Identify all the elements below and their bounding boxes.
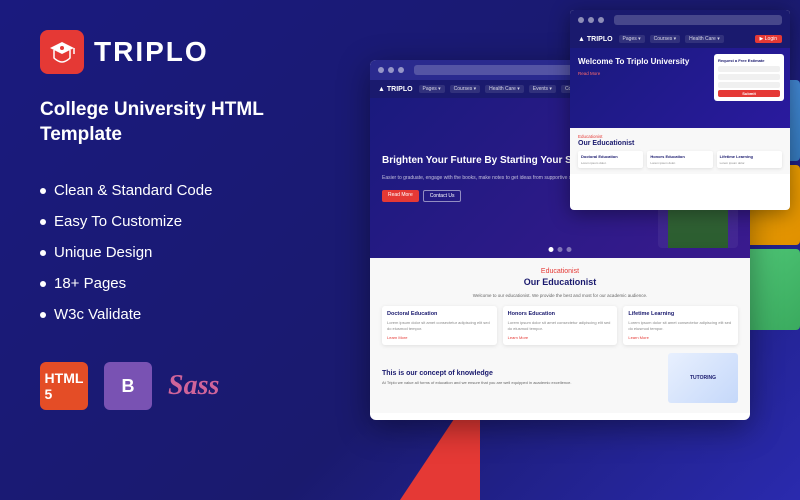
sec-card-3: Lifetime Learning Lorem ipsum dolor. — [717, 151, 782, 168]
dot-1 — [578, 17, 584, 23]
dot-2 — [588, 17, 594, 23]
browser-content-area: Educationist Our Educationist Welcome to… — [370, 258, 750, 413]
card-text-3: Lorem ipsum dolor sit amet consectetur a… — [628, 320, 733, 332]
sec-card-title-1: Doctoral Education — [581, 154, 640, 159]
url-bar — [614, 15, 782, 25]
browser-secondary-bar — [570, 10, 790, 30]
mdot-3 — [398, 67, 404, 73]
card-link-1[interactable]: Learn More — [387, 335, 492, 340]
feature-item-3: Unique Design — [40, 237, 320, 268]
html5-badge: HTML5 — [40, 362, 88, 410]
card-title-3: Lifetime Learning — [628, 311, 733, 317]
edu-card-2: Honors Education Lorem ipsum dolor sit a… — [503, 306, 618, 345]
content-description: Welcome to our educationist. We provide … — [382, 293, 738, 298]
feature-item-5: W3c Validate — [40, 299, 320, 330]
sec-card-title-3: Lifetime Learning — [720, 154, 779, 159]
nav-logo: ▲ TRIPLO — [578, 36, 613, 43]
main-nav-courses: Courses ▾ — [450, 85, 481, 93]
form-field-2[interactable] — [718, 74, 780, 80]
sec-card-2: Honors Education Lorem ipsum dolor. — [647, 151, 712, 168]
mdot-1 — [378, 67, 384, 73]
sec-cards-row: Doctoral Education Lorem ipsum dolor. Ho… — [578, 151, 782, 168]
nav-item-pages: Pages ▾ — [619, 35, 645, 43]
logo-icon — [40, 30, 84, 74]
sec-card-text-3: Lorem ipsum dolor. — [720, 161, 779, 165]
card-text-1: Lorem ipsum dolor sit amet consectetur a… — [387, 320, 492, 332]
dot-active[interactable] — [549, 247, 554, 252]
sec-section-label: Educationist — [578, 134, 782, 139]
secondary-hero: Welcome To Triplo University Read More R… — [570, 48, 790, 128]
content-section-label: Educationist — [382, 268, 738, 275]
main-nav-items: Pages ▾ Courses ▾ Health Care ▾ Events ▾… — [419, 85, 594, 93]
browser-secondary: ▲ TRIPLO Pages ▾ Courses ▾ Health Care ▾… — [570, 10, 790, 210]
form-field-3[interactable] — [718, 82, 780, 88]
feature-item-2: Easy To Customize — [40, 206, 320, 237]
sec-main-title: Our Educationist — [578, 140, 782, 147]
sec-card-title-2: Honors Education — [650, 154, 709, 159]
sec-card-text-2: Lorem ipsum dolor. — [650, 161, 709, 165]
edu-cards-row: Doctoral Education Lorem ipsum dolor sit… — [382, 306, 738, 345]
edu-card-1: Doctoral Education Lorem ipsum dolor sit… — [382, 306, 497, 345]
card-link-2[interactable]: Learn More — [508, 335, 613, 340]
nav-login-btn[interactable]: ▶ Login — [755, 35, 782, 43]
feature-item-4: 18+ Pages — [40, 268, 320, 299]
dot-3[interactable] — [567, 247, 572, 252]
form-submit-btn[interactable]: Submit — [718, 90, 780, 97]
mdot-2 — [388, 67, 394, 73]
bootstrap-label: B — [122, 376, 135, 397]
main-nav-events: Events ▾ — [529, 85, 556, 93]
main-nav-pages: Pages ▾ — [419, 85, 445, 93]
concept-desc: At Triplo we value all forms of educatio… — [382, 380, 660, 386]
logo-text: TRIPLO — [94, 36, 209, 68]
card-title-2: Honors Education — [508, 311, 613, 317]
card-text-2: Lorem ipsum dolor sit amet consectetur a… — [508, 320, 613, 332]
nav-item-health: Health Care ▾ — [685, 35, 724, 43]
logo-area: TRIPLO — [40, 30, 320, 74]
sec-card-text-1: Lorem ipsum dolor. — [581, 161, 640, 165]
main-nav-logo: ▲ TRIPLO — [378, 86, 413, 93]
sass-label: Sass — [168, 370, 219, 402]
tech-badges: HTML5 B Sass — [40, 362, 320, 410]
right-panel: ▲ TRIPLO Pages ▾ Courses ▾ Health Care ▾… — [360, 0, 800, 500]
hero-read-more-btn[interactable]: Read More — [382, 190, 419, 202]
concept-title: This is our concept of knowledge — [382, 370, 660, 377]
feature-item-1: Clean & Standard Code — [40, 175, 320, 206]
main-nav-health: Health Care ▾ — [485, 85, 524, 93]
concept-image: TUTORING — [668, 353, 738, 403]
page-subtitle: College University HTML Template — [40, 98, 320, 147]
edu-card-3: Lifetime Learning Lorem ipsum dolor sit … — [623, 306, 738, 345]
graduation-cap-icon — [48, 38, 76, 66]
hero-contact-btn[interactable]: Contact Us — [423, 190, 462, 202]
left-panel: TRIPLO College University HTML Template … — [0, 0, 360, 500]
bootstrap-badge: B — [104, 362, 152, 410]
nav-item-courses: Courses ▾ — [650, 35, 681, 43]
estimate-form: Request a Free Estimate Submit — [714, 54, 784, 101]
html5-label: HTML5 — [45, 370, 84, 402]
feature-list: Clean & Standard Code Easy To Customize … — [40, 175, 320, 330]
form-title: Request a Free Estimate — [718, 58, 780, 63]
dot-2[interactable] — [558, 247, 563, 252]
nav-items: Pages ▾ Courses ▾ Health Care ▾ — [619, 35, 724, 43]
card-link-3[interactable]: Learn More — [628, 335, 733, 340]
concept-text: This is our concept of knowledge At Trip… — [382, 370, 660, 386]
browser-secondary-nav: ▲ TRIPLO Pages ▾ Courses ▾ Health Care ▾… — [570, 30, 790, 48]
card-title-1: Doctoral Education — [387, 311, 492, 317]
sec-card-1: Doctoral Education Lorem ipsum dolor. — [578, 151, 643, 168]
form-submit-label: Submit — [742, 91, 756, 96]
form-field-1[interactable] — [718, 66, 780, 72]
content-main-title: Our Educationist — [382, 277, 738, 287]
secondary-content: Educationist Our Educationist Doctoral E… — [570, 128, 790, 174]
dot-3 — [598, 17, 604, 23]
sass-badge: Sass — [168, 366, 219, 406]
concept-row: This is our concept of knowledge At Trip… — [382, 353, 738, 403]
slider-dots — [549, 247, 572, 252]
